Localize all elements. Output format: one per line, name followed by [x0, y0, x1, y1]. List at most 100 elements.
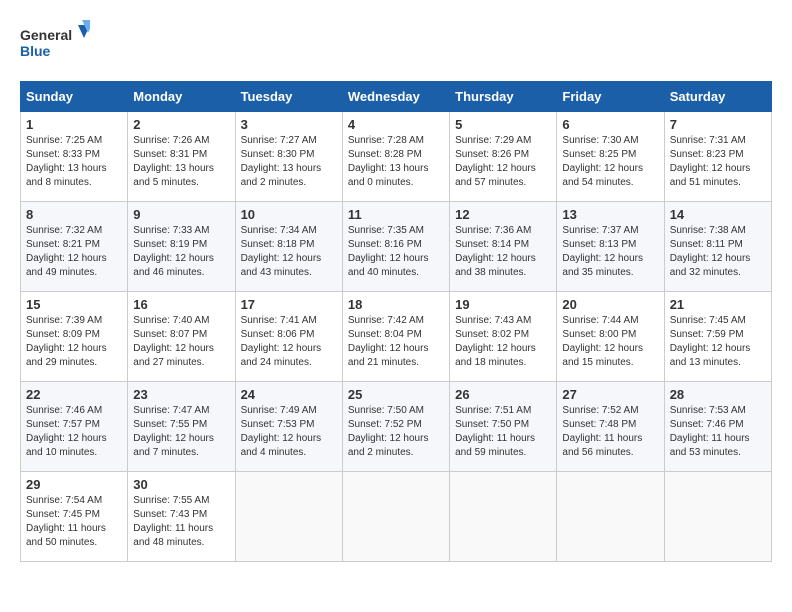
- cell-content: Sunrise: 7:33 AMSunset: 8:19 PMDaylight:…: [133, 224, 229, 280]
- day-number: 18: [348, 297, 444, 312]
- calendar-cell: 14 Sunrise: 7:38 AMSunset: 8:11 PMDayligh…: [664, 202, 771, 292]
- day-header-tuesday: Tuesday: [235, 82, 342, 112]
- cell-content: Sunrise: 7:32 AMSunset: 8:21 PMDaylight:…: [26, 224, 122, 280]
- calendar-week-5: 29 Sunrise: 7:54 AMSunset: 7:45 PMDayligh…: [21, 472, 772, 562]
- day-number: 6: [562, 117, 658, 132]
- cell-content: Sunrise: 7:43 AMSunset: 8:02 PMDaylight:…: [455, 314, 551, 370]
- calendar-cell: 16 Sunrise: 7:40 AMSunset: 8:07 PMDayligh…: [128, 292, 235, 382]
- day-header-monday: Monday: [128, 82, 235, 112]
- calendar-body: 1 Sunrise: 7:25 AMSunset: 8:33 PMDaylight…: [21, 112, 772, 562]
- calendar-cell: 20 Sunrise: 7:44 AMSunset: 8:00 PMDayligh…: [557, 292, 664, 382]
- cell-content: Sunrise: 7:49 AMSunset: 7:53 PMDaylight:…: [241, 404, 337, 460]
- cell-content: Sunrise: 7:30 AMSunset: 8:25 PMDaylight:…: [562, 134, 658, 190]
- cell-content: Sunrise: 7:29 AMSunset: 8:26 PMDaylight:…: [455, 134, 551, 190]
- day-number: 27: [562, 387, 658, 402]
- day-header-sunday: Sunday: [21, 82, 128, 112]
- cell-content: Sunrise: 7:42 AMSunset: 8:04 PMDaylight:…: [348, 314, 444, 370]
- calendar-cell: 7Sunrise: 7:31 AMSunset: 8:23 PMDaylight…: [664, 112, 771, 202]
- calendar-cell: 30Sunrise: 7:55 AMSunset: 7:43 PMDayligh…: [128, 472, 235, 562]
- calendar-cell: [235, 472, 342, 562]
- svg-text:General: General: [20, 27, 72, 43]
- calendar-cell: 10 Sunrise: 7:34 AMSunset: 8:18 PMDayligh…: [235, 202, 342, 292]
- day-number: 13: [562, 207, 658, 222]
- calendar-table: SundayMondayTuesdayWednesdayThursdayFrid…: [20, 81, 772, 562]
- day-number: 28: [670, 387, 766, 402]
- cell-content: Sunrise: 7:28 AMSunset: 8:28 PMDaylight:…: [348, 134, 444, 190]
- day-header-saturday: Saturday: [664, 82, 771, 112]
- cell-content: Sunrise: 7:37 AMSunset: 8:13 PMDaylight:…: [562, 224, 658, 280]
- day-number: 29: [26, 477, 122, 492]
- calendar-week-4: 22Sunrise: 7:46 AMSunset: 7:57 PMDayligh…: [21, 382, 772, 472]
- calendar-cell: [664, 472, 771, 562]
- calendar-week-2: 8 Sunrise: 7:32 AMSunset: 8:21 PMDaylight…: [21, 202, 772, 292]
- calendar-cell: [342, 472, 449, 562]
- calendar-cell: 29 Sunrise: 7:54 AMSunset: 7:45 PMDayligh…: [21, 472, 128, 562]
- calendar-week-3: 15 Sunrise: 7:39 AMSunset: 8:09 PMDayligh…: [21, 292, 772, 382]
- day-number: 16: [133, 297, 229, 312]
- day-number: 26: [455, 387, 551, 402]
- day-number: 3: [241, 117, 337, 132]
- cell-content: Sunrise: 7:39 AMSunset: 8:09 PMDaylight:…: [26, 314, 122, 370]
- cell-content: Sunrise: 7:35 AMSunset: 8:16 PMDaylight:…: [348, 224, 444, 280]
- day-number: 11: [348, 207, 444, 222]
- calendar-cell: 18 Sunrise: 7:42 AMSunset: 8:04 PMDayligh…: [342, 292, 449, 382]
- cell-content: Sunrise: 7:52 AMSunset: 7:48 PMDaylight:…: [562, 404, 658, 460]
- cell-content: Sunrise: 7:26 AMSunset: 8:31 PMDaylight:…: [133, 134, 229, 190]
- day-header-wednesday: Wednesday: [342, 82, 449, 112]
- svg-text:Blue: Blue: [20, 43, 51, 59]
- calendar-cell: 8 Sunrise: 7:32 AMSunset: 8:21 PMDaylight…: [21, 202, 128, 292]
- calendar-cell: 11 Sunrise: 7:35 AMSunset: 8:16 PMDayligh…: [342, 202, 449, 292]
- day-number: 10: [241, 207, 337, 222]
- calendar-cell: 17 Sunrise: 7:41 AMSunset: 8:06 PMDayligh…: [235, 292, 342, 382]
- page-header: General Blue: [20, 20, 772, 65]
- cell-content: Sunrise: 7:40 AMSunset: 8:07 PMDaylight:…: [133, 314, 229, 370]
- calendar-cell: 12 Sunrise: 7:36 AMSunset: 8:14 PMDayligh…: [450, 202, 557, 292]
- calendar-cell: 6 Sunrise: 7:30 AMSunset: 8:25 PMDaylight…: [557, 112, 664, 202]
- day-header-thursday: Thursday: [450, 82, 557, 112]
- cell-content: Sunrise: 7:41 AMSunset: 8:06 PMDaylight:…: [241, 314, 337, 370]
- cell-content: Sunrise: 7:38 AMSunset: 8:11 PMDaylight:…: [670, 224, 766, 280]
- cell-content: Sunrise: 7:53 AMSunset: 7:46 PMDaylight:…: [670, 404, 766, 460]
- cell-content: Sunrise: 7:44 AMSunset: 8:00 PMDaylight:…: [562, 314, 658, 370]
- day-number: 4: [348, 117, 444, 132]
- calendar-cell: 5 Sunrise: 7:29 AMSunset: 8:26 PMDaylight…: [450, 112, 557, 202]
- calendar-cell: 28 Sunrise: 7:53 AMSunset: 7:46 PMDayligh…: [664, 382, 771, 472]
- day-number: 14: [670, 207, 766, 222]
- calendar-cell: 2Sunrise: 7:26 AMSunset: 8:31 PMDaylight…: [128, 112, 235, 202]
- cell-content: Sunrise: 7:25 AMSunset: 8:33 PMDaylight:…: [26, 134, 122, 190]
- cell-content: Sunrise: 7:34 AMSunset: 8:18 PMDaylight:…: [241, 224, 337, 280]
- cell-content: Sunrise: 7:36 AMSunset: 8:14 PMDaylight:…: [455, 224, 551, 280]
- day-number: 8: [26, 207, 122, 222]
- calendar-cell: 23 Sunrise: 7:47 AMSunset: 7:55 PMDayligh…: [128, 382, 235, 472]
- day-number: 1: [26, 117, 122, 132]
- calendar-cell: 27 Sunrise: 7:52 AMSunset: 7:48 PMDayligh…: [557, 382, 664, 472]
- calendar-cell: 13 Sunrise: 7:37 AMSunset: 8:13 PMDayligh…: [557, 202, 664, 292]
- calendar-cell: 19Sunrise: 7:43 AMSunset: 8:02 PMDayligh…: [450, 292, 557, 382]
- calendar-cell: 25 Sunrise: 7:50 AMSunset: 7:52 PMDayligh…: [342, 382, 449, 472]
- calendar-week-1: 1 Sunrise: 7:25 AMSunset: 8:33 PMDaylight…: [21, 112, 772, 202]
- day-number: 21: [670, 297, 766, 312]
- day-number: 23: [133, 387, 229, 402]
- day-number: 25: [348, 387, 444, 402]
- day-number: 9: [133, 207, 229, 222]
- day-number: 15: [26, 297, 122, 312]
- calendar-cell: 22Sunrise: 7:46 AMSunset: 7:57 PMDayligh…: [21, 382, 128, 472]
- cell-content: Sunrise: 7:54 AMSunset: 7:45 PMDaylight:…: [26, 494, 122, 550]
- day-number: 12: [455, 207, 551, 222]
- day-number: 20: [562, 297, 658, 312]
- logo: General Blue: [20, 20, 90, 65]
- cell-content: Sunrise: 7:47 AMSunset: 7:55 PMDaylight:…: [133, 404, 229, 460]
- cell-content: Sunrise: 7:31 AMSunset: 8:23 PMDaylight:…: [670, 134, 766, 190]
- cell-content: Sunrise: 7:50 AMSunset: 7:52 PMDaylight:…: [348, 404, 444, 460]
- logo-svg: General Blue: [20, 20, 90, 65]
- calendar-cell: 4 Sunrise: 7:28 AMSunset: 8:28 PMDaylight…: [342, 112, 449, 202]
- calendar-cell: 9 Sunrise: 7:33 AMSunset: 8:19 PMDaylight…: [128, 202, 235, 292]
- cell-content: Sunrise: 7:27 AMSunset: 8:30 PMDaylight:…: [241, 134, 337, 190]
- calendar-cell: [450, 472, 557, 562]
- calendar-cell: 21Sunrise: 7:45 AMSunset: 7:59 PMDayligh…: [664, 292, 771, 382]
- day-number: 22: [26, 387, 122, 402]
- day-number: 5: [455, 117, 551, 132]
- day-number: 17: [241, 297, 337, 312]
- calendar-cell: 1 Sunrise: 7:25 AMSunset: 8:33 PMDaylight…: [21, 112, 128, 202]
- calendar-cell: 15 Sunrise: 7:39 AMSunset: 8:09 PMDayligh…: [21, 292, 128, 382]
